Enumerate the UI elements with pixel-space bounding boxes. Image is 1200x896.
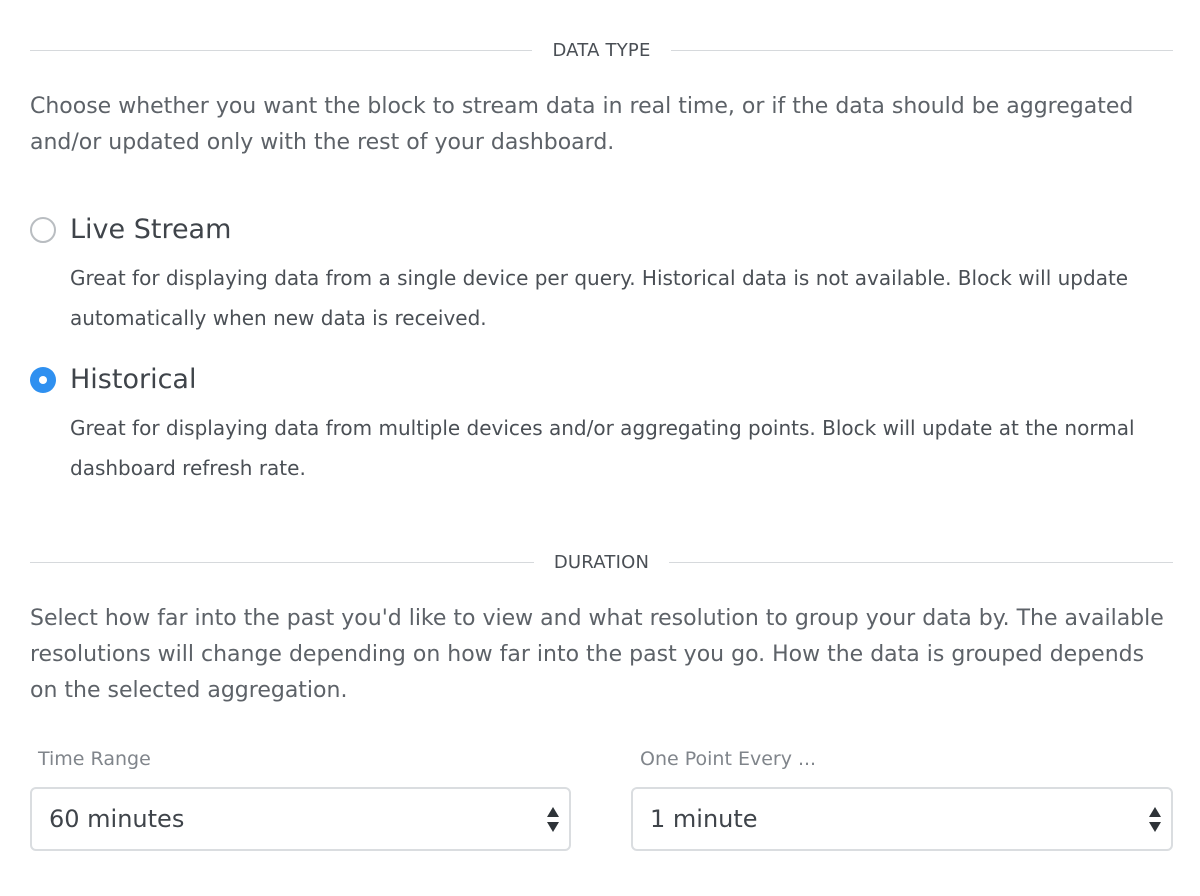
radio-historical[interactable] [30,367,56,393]
option-live-stream-description: Great for displaying data from a single … [70,266,1129,330]
divider-left [30,561,534,563]
duration-title: DURATION [553,551,650,573]
option-live-stream-label[interactable]: Live Stream [70,214,231,246]
data-type-description: Choose whether you want the block to str… [30,94,1134,155]
divider-right [670,49,1173,51]
duration-section-header: DURATION [30,549,1174,575]
option-historical[interactable]: Historical Great for displaying data fro… [30,364,1170,484]
time-range-label: Time Range [38,748,151,770]
time-range-value: 60 minutes [49,805,185,833]
divider-left [30,49,533,51]
up-down-caret-icon [1149,807,1161,833]
option-historical-description: Great for displaying data from multiple … [70,416,1135,480]
duration-description: Select how far into the past you'd like … [30,606,1164,703]
resolution-value: 1 minute [650,805,758,833]
data-type-section-header: DATA TYPE [30,37,1173,63]
option-live-stream[interactable]: Live Stream Great for displaying data fr… [30,214,1170,334]
time-range-select[interactable]: 60 minutes [30,787,571,851]
data-type-title: DATA TYPE [552,39,651,61]
option-historical-label[interactable]: Historical [70,364,196,396]
up-down-caret-icon [547,807,559,833]
resolution-select[interactable]: 1 minute [631,787,1173,851]
divider-right [669,561,1174,563]
radio-live-stream[interactable] [30,217,56,243]
resolution-label: One Point Every ... [640,748,817,770]
